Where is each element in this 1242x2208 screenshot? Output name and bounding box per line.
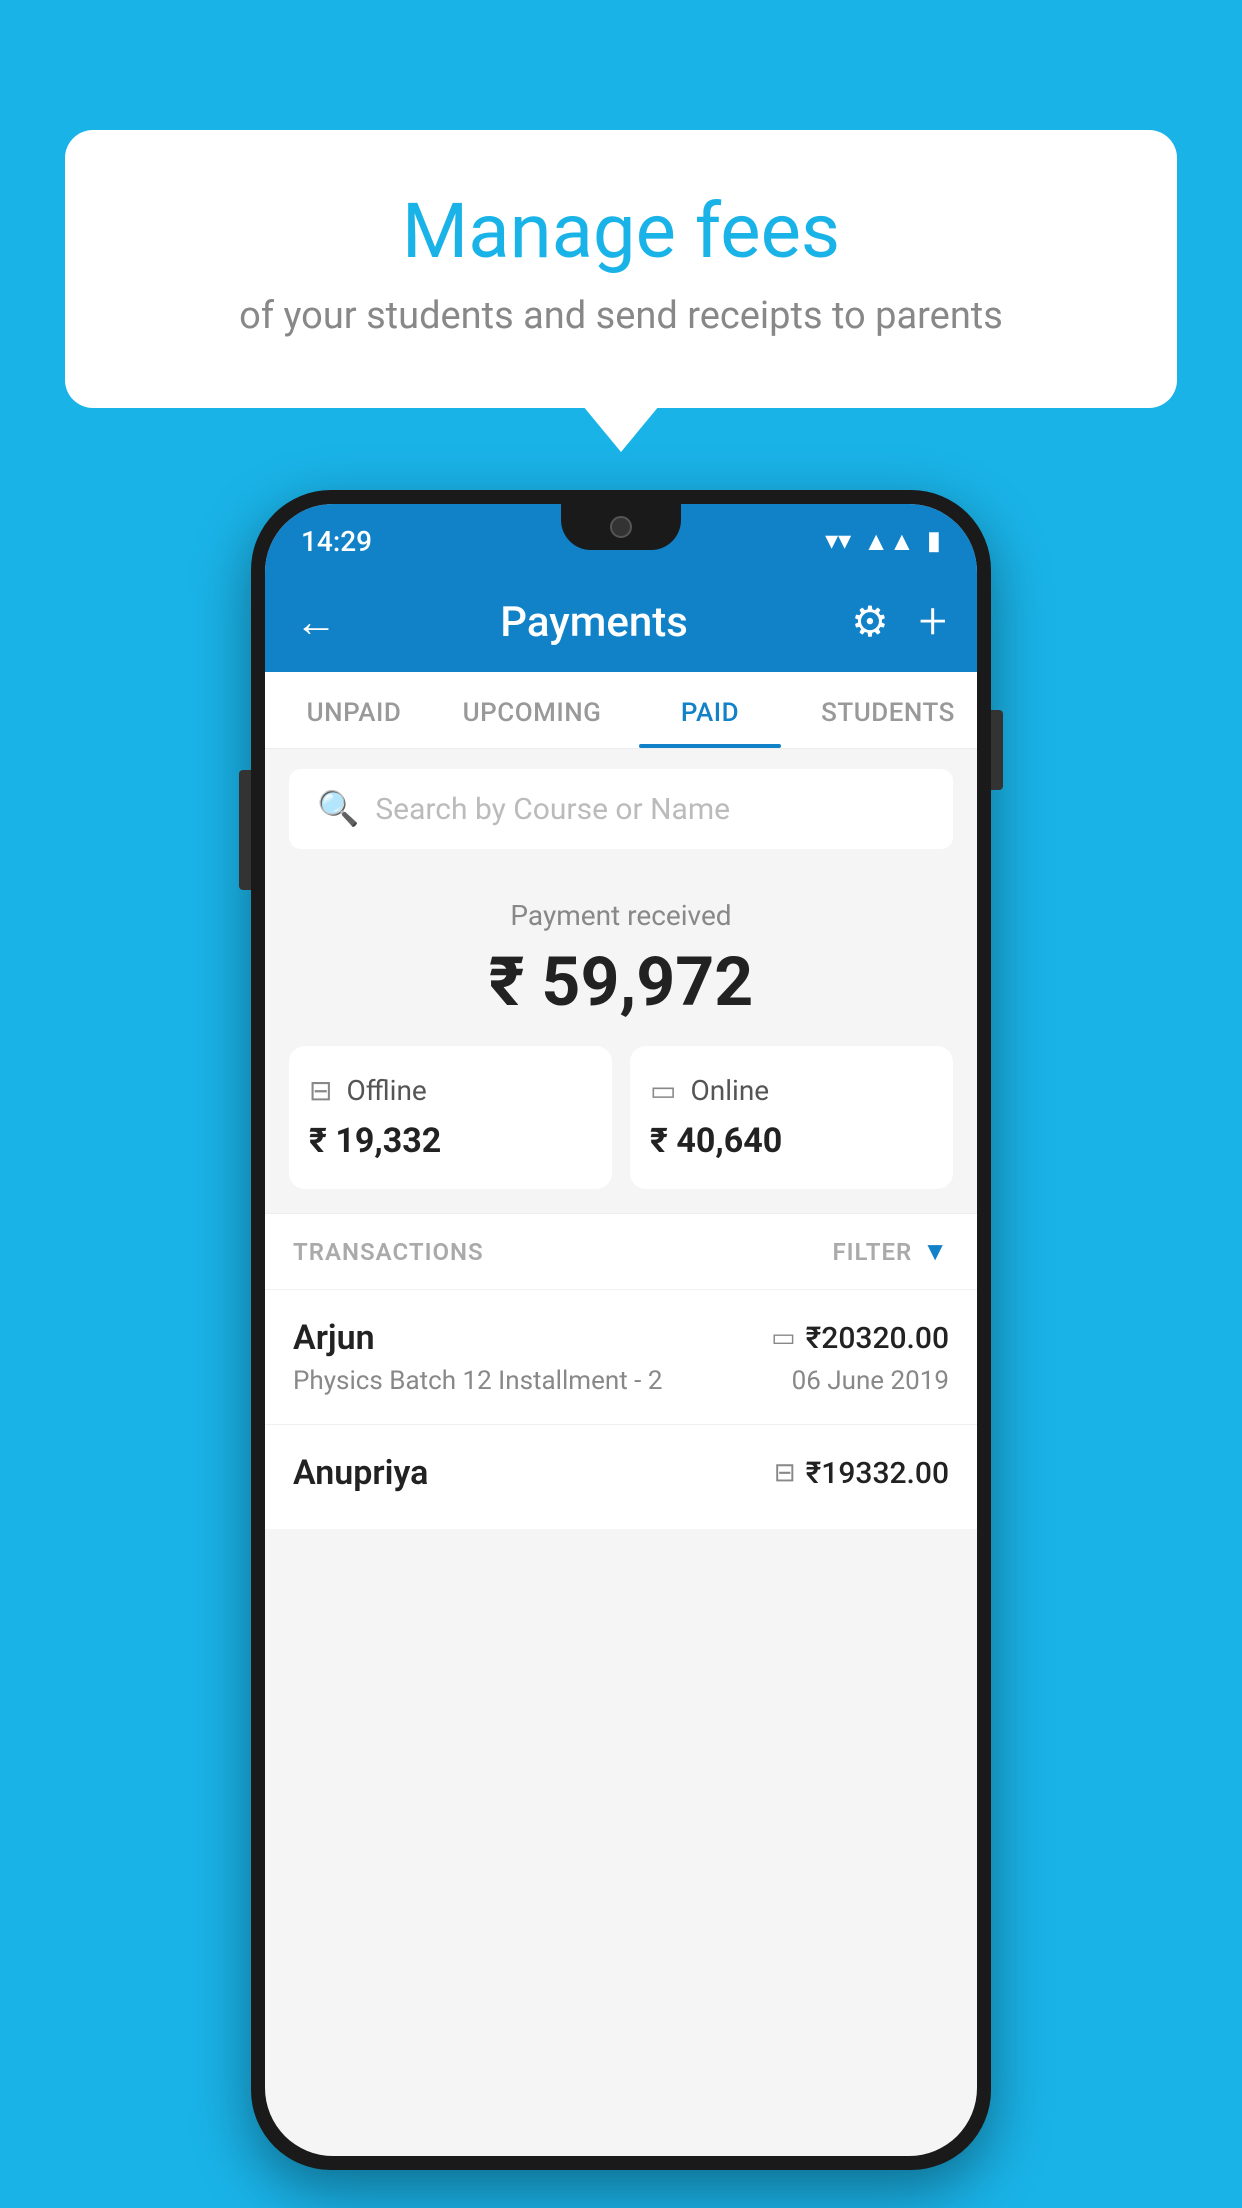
- online-card-header: ▭ Online: [650, 1074, 933, 1107]
- online-label: Online: [690, 1074, 769, 1107]
- transaction-top: Arjun ▭ ₹20320.00: [293, 1318, 949, 1358]
- transaction-row[interactable]: Arjun ▭ ₹20320.00 Physics Batch 12 Insta…: [265, 1289, 977, 1424]
- offline-icon: ⊟: [309, 1074, 332, 1107]
- tab-paid[interactable]: PAID: [621, 672, 799, 748]
- status-icons: ▾▾ ▲▲ ▮: [825, 526, 941, 557]
- tabs-bar: UNPAID UPCOMING PAID STUDENTS: [265, 672, 977, 749]
- online-payment-card: ▭ Online ₹ 40,640: [630, 1046, 953, 1189]
- filter-icon: ▼: [922, 1236, 949, 1267]
- speech-bubble: Manage fees of your students and send re…: [65, 130, 1177, 408]
- online-icon: ▭: [650, 1074, 676, 1107]
- search-box[interactable]: 🔍 Search by Course or Name: [289, 769, 953, 849]
- online-amount: ₹ 40,640: [650, 1121, 933, 1161]
- transaction-type-icon: ▭: [771, 1323, 796, 1353]
- offline-label: Offline: [346, 1074, 426, 1107]
- phone-notch: [561, 504, 681, 550]
- transaction-desc: Physics Batch 12 Installment - 2: [293, 1366, 662, 1396]
- bubble-title: Manage fees: [145, 190, 1097, 274]
- settings-button[interactable]: ⚙: [851, 597, 889, 647]
- payment-received-section: Payment received ₹ 59,972 ⊟ Offline ₹ 19…: [265, 869, 977, 1213]
- top-bar-actions: ⚙ +: [851, 593, 947, 651]
- transaction-amount-wrap: ▭ ₹20320.00: [771, 1321, 949, 1356]
- transactions-label: TRANSACTIONS: [293, 1238, 484, 1266]
- notch-camera: [610, 516, 632, 538]
- tab-students[interactable]: STUDENTS: [799, 672, 977, 748]
- transaction-amount: ₹19332.00: [806, 1456, 949, 1491]
- transaction-amount: ₹20320.00: [806, 1321, 949, 1356]
- transaction-top: Anupriya ⊟ ₹19332.00: [293, 1453, 949, 1493]
- filter-button[interactable]: FILTER ▼: [832, 1236, 949, 1267]
- transaction-type-icon: ⊟: [774, 1458, 796, 1488]
- add-button[interactable]: +: [919, 593, 947, 651]
- transaction-row[interactable]: Anupriya ⊟ ₹19332.00: [265, 1424, 977, 1529]
- transaction-amount-wrap: ⊟ ₹19332.00: [774, 1456, 949, 1491]
- transaction-name: Arjun: [293, 1318, 375, 1358]
- payment-section-label: Payment received: [289, 899, 953, 932]
- top-bar: ← Payments ⚙ +: [265, 572, 977, 672]
- search-placeholder: Search by Course or Name: [375, 792, 730, 827]
- tab-unpaid[interactable]: UNPAID: [265, 672, 443, 748]
- offline-payment-card: ⊟ Offline ₹ 19,332: [289, 1046, 612, 1189]
- back-button[interactable]: ←: [295, 598, 337, 647]
- payment-cards: ⊟ Offline ₹ 19,332 ▭ Online ₹ 40,640: [289, 1046, 953, 1189]
- page-title: Payments: [500, 598, 688, 647]
- transaction-bottom: Physics Batch 12 Installment - 2 06 June…: [293, 1366, 949, 1396]
- status-time: 14:29: [301, 525, 372, 558]
- transaction-name: Anupriya: [293, 1453, 428, 1493]
- phone-mockup: 14:29 ▾▾ ▲▲ ▮ ← Payments ⚙ + UNPAID: [251, 490, 991, 2170]
- transactions-header: TRANSACTIONS FILTER ▼: [265, 1213, 977, 1289]
- wifi-icon: ▾▾: [825, 526, 851, 556]
- search-section: 🔍 Search by Course or Name: [265, 749, 977, 869]
- phone-body: 14:29 ▾▾ ▲▲ ▮ ← Payments ⚙ + UNPAID: [251, 490, 991, 2170]
- search-icon: 🔍: [317, 789, 359, 829]
- signal-icon: ▲▲: [863, 526, 914, 557]
- filter-label: FILTER: [832, 1238, 912, 1266]
- speech-bubble-section: Manage fees of your students and send re…: [65, 130, 1177, 408]
- payment-total-amount: ₹ 59,972: [289, 942, 953, 1022]
- battery-icon: ▮: [927, 526, 941, 556]
- phone-screen: 14:29 ▾▾ ▲▲ ▮ ← Payments ⚙ + UNPAID: [265, 504, 977, 2156]
- tab-upcoming[interactable]: UPCOMING: [443, 672, 621, 748]
- bubble-subtitle: of your students and send receipts to pa…: [145, 294, 1097, 338]
- offline-card-header: ⊟ Offline: [309, 1074, 592, 1107]
- offline-amount: ₹ 19,332: [309, 1121, 592, 1161]
- transaction-date: 06 June 2019: [792, 1366, 949, 1396]
